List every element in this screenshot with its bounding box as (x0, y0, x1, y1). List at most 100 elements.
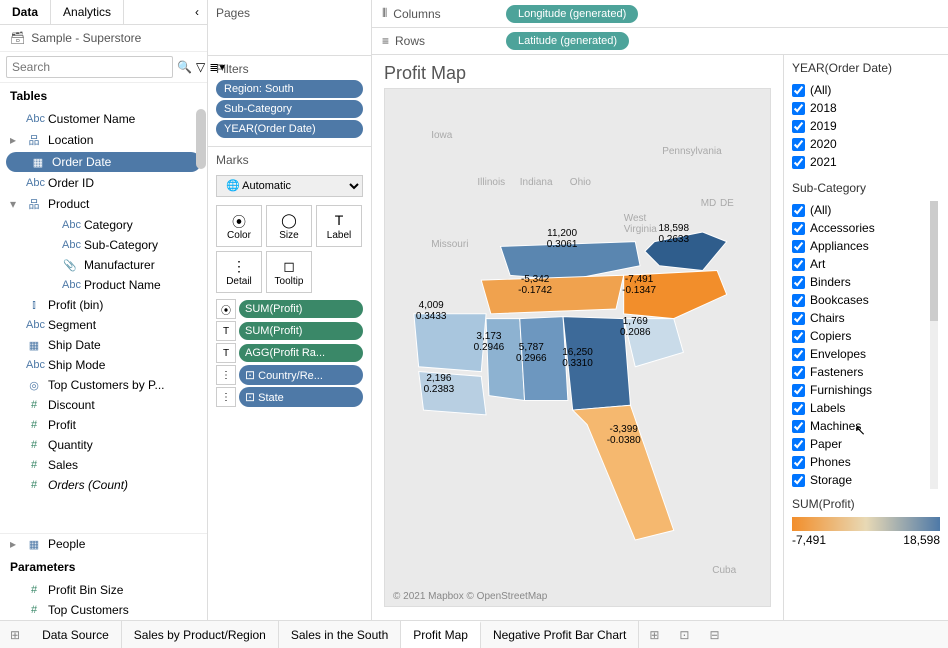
subcat-scrollbar[interactable] (930, 201, 938, 489)
subcat-item[interactable]: Machines (792, 417, 940, 435)
mark-size-button[interactable]: ◯Size (266, 205, 312, 247)
mark-pill[interactable]: TSUM(Profit) (216, 321, 363, 341)
year-item[interactable]: 2020 (792, 135, 940, 153)
subcat-item[interactable]: Storage (792, 471, 940, 489)
field-sub-category[interactable]: AbcSub-Category (0, 235, 207, 255)
subcat-item[interactable]: Art (792, 255, 940, 273)
field-segment[interactable]: AbcSegment (0, 315, 207, 335)
subcat-item[interactable]: Furnishings (792, 381, 940, 399)
subcat-item[interactable]: (All) (792, 201, 940, 219)
field-product[interactable]: ▾品Product (0, 193, 207, 215)
new-sheet-icon[interactable]: ⊡ (669, 628, 699, 642)
field-quantity[interactable]: #Quantity (0, 435, 207, 455)
subcat-item[interactable]: Binders (792, 273, 940, 291)
field-manufacturer[interactable]: 📎Manufacturer (0, 255, 207, 275)
color-legend[interactable]: SUM(Profit) -7,49118,598 (792, 497, 940, 547)
subcat-item[interactable]: Paper (792, 435, 940, 453)
mark-pill[interactable]: TAGG(Profit Ra... (216, 343, 363, 363)
subcat-item[interactable]: Copiers (792, 327, 940, 345)
field-profit[interactable]: #Profit (0, 415, 207, 435)
year-item[interactable]: 2019 (792, 117, 940, 135)
filter-icon[interactable]: ▽ (196, 60, 205, 74)
mark-label-button[interactable]: TLabel (316, 205, 362, 247)
datasource-row[interactable]: 🗃 Sample - Superstore (0, 25, 207, 52)
year-item[interactable]: (All) (792, 81, 940, 99)
param-profit-bin-size[interactable]: #Profit Bin Size (0, 580, 207, 600)
mark-detail-button[interactable]: ⋮Detail (216, 251, 262, 293)
mark-pill[interactable]: ⦿SUM(Profit) (216, 299, 363, 319)
new-sheet-icon[interactable]: ⊞ (639, 628, 669, 642)
search-input[interactable] (6, 56, 173, 78)
subcat-item[interactable]: Accessories (792, 219, 940, 237)
collapse-pane-icon[interactable]: ‹ (187, 0, 207, 24)
subcat-item[interactable]: Labels (792, 399, 940, 417)
field-location[interactable]: ▸品Location (0, 129, 207, 151)
field-order-id[interactable]: AbcOrder ID (0, 173, 207, 193)
filter-pill[interactable]: YEAR(Order Date) (216, 120, 363, 138)
state-virginia[interactable] (645, 232, 727, 271)
state-southcarolina[interactable] (624, 319, 684, 367)
field-orders-count-[interactable]: #Orders (Count) (0, 475, 207, 495)
sheet-tab[interactable]: Profit Map (401, 621, 481, 648)
map[interactable]: © 2021 Mapbox © OpenStreetMap 18,5980.26… (384, 88, 771, 607)
field-order-date[interactable]: ▦Order Date (6, 152, 201, 172)
viz-title[interactable]: Profit Map (384, 63, 771, 84)
field-ship-date[interactable]: ▦Ship Date (0, 335, 207, 355)
state-northcarolina[interactable] (624, 271, 727, 319)
sheet-tab[interactable]: Data Source (30, 621, 122, 648)
filter-pill[interactable]: Sub-Category (216, 100, 363, 118)
scrollbar[interactable] (195, 109, 207, 533)
search-icon[interactable]: 🔍 (177, 60, 192, 74)
field-customer-name[interactable]: AbcCustomer Name (0, 109, 207, 129)
field-sales[interactable]: #Sales (0, 455, 207, 475)
tab-analytics[interactable]: Analytics (51, 0, 124, 24)
subcat-item[interactable]: Chairs (792, 309, 940, 327)
state-alabama[interactable] (520, 317, 568, 401)
columns-pill[interactable]: Longitude (generated) (506, 5, 638, 23)
pages-shelf[interactable]: Pages (208, 0, 371, 56)
state-georgia[interactable] (563, 317, 630, 410)
year-item[interactable]: 2018 (792, 99, 940, 117)
legend-min: -7,491 (792, 533, 826, 547)
rows-shelf[interactable]: ≡Rows Latitude (generated) (372, 28, 948, 55)
field-category[interactable]: AbcCategory (0, 215, 207, 235)
subcat-item[interactable]: Appliances (792, 237, 940, 255)
rows-pill[interactable]: Latitude (generated) (506, 32, 629, 50)
param-top-customers[interactable]: #Top Customers (0, 600, 207, 620)
year-filter-title: YEAR(Order Date) (792, 61, 940, 75)
state-mississippi[interactable] (486, 319, 525, 401)
field-ship-mode[interactable]: AbcShip Mode (0, 355, 207, 375)
tab-data[interactable]: Data (0, 0, 51, 24)
sheet-tab[interactable]: Sales by Product/Region (122, 621, 279, 648)
filters-label: Filters (216, 62, 363, 76)
state-kentucky[interactable] (501, 242, 641, 281)
columns-shelf[interactable]: ⦀Columns Longitude (generated) (372, 0, 948, 28)
field-discount[interactable]: #Discount (0, 395, 207, 415)
filter-pill[interactable]: Region: South (216, 80, 363, 98)
state-florida[interactable] (573, 405, 674, 540)
mark-pill[interactable]: ⋮⊡ State (216, 387, 363, 407)
sheet-tab[interactable]: Negative Profit Bar Chart (481, 621, 639, 648)
field-product-name[interactable]: AbcProduct Name (0, 275, 207, 295)
year-item[interactable]: 2021 (792, 153, 940, 171)
subcat-item[interactable]: Fasteners (792, 363, 940, 381)
sheet-tab[interactable]: Sales in the South (279, 621, 401, 648)
marks-type-select[interactable]: 🌐 Automatic (216, 175, 363, 197)
subcat-item[interactable]: Bookcases (792, 291, 940, 309)
mark-pill[interactable]: ⋮⊡ Country/Re... (216, 365, 363, 385)
people-table[interactable]: ▸▦People (0, 533, 207, 554)
data-pane: Data Analytics ‹ 🗃 Sample - Superstore 🔍… (0, 0, 208, 620)
subcat-item[interactable]: Phones (792, 453, 940, 471)
state-tennessee[interactable] (481, 275, 623, 314)
filters-shelf[interactable]: Filters Region: South Sub-Category YEAR(Or… (208, 56, 371, 147)
columns-label: Columns (393, 7, 440, 21)
field-top-customers-by-p-[interactable]: ◎Top Customers by P... (0, 375, 207, 395)
new-sheet-icon[interactable]: ⊟ (699, 628, 729, 642)
state-louisiana[interactable] (419, 372, 486, 415)
field-profit-bin-[interactable]: ⫾Profit (bin) (0, 295, 207, 315)
datasource-tab-icon[interactable]: ⊞ (0, 628, 30, 642)
subcat-item[interactable]: Envelopes (792, 345, 940, 363)
mark-tooltip-button[interactable]: ◻Tooltip (266, 251, 312, 293)
mark-color-button[interactable]: ⦿Color (216, 205, 262, 247)
state-arkansas[interactable] (414, 314, 486, 372)
